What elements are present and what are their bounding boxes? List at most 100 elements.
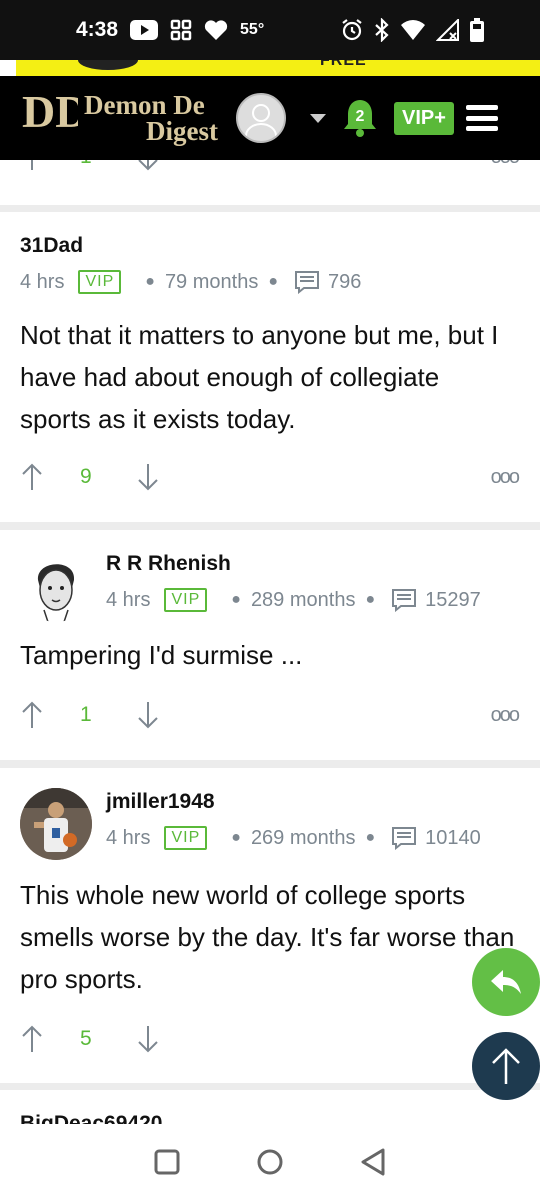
app-header: DD Demon De Digest 2 VIP+: [0, 76, 540, 160]
comment-body: This whole new world of college sports s…: [20, 880, 515, 994]
comment-actions: 1 ooo: [20, 160, 520, 174]
menu-line: [465, 105, 498, 110]
heart-icon: [204, 19, 228, 41]
ad-text: FREE: [320, 60, 367, 69]
vote-count: 9: [80, 465, 92, 488]
member-tenure: 79 months: [164, 270, 259, 293]
comment-card: jmiller1948 4 hrs VIP ● 269 months ● 101…: [0, 768, 540, 1083]
reply-button[interactable]: [472, 948, 540, 1016]
menu-line: [465, 126, 498, 131]
upvote-icon[interactable]: [20, 700, 44, 730]
more-options-button[interactable]: ooo: [491, 466, 520, 489]
comment-card: R R Rhenish 4 hrs VIP ● 289 months ● 152…: [0, 530, 540, 760]
comment-card: 1 ooo: [0, 160, 540, 205]
ad-decoration: [0, 60, 16, 76]
bluetooth-icon: [374, 18, 390, 42]
separator-dot: ●: [145, 273, 155, 290]
comment-count-icon: [295, 271, 319, 294]
member-tenure: 269 months: [250, 826, 356, 849]
comment-author[interactable]: jmiller1948: [106, 790, 215, 814]
more-options-button[interactable]: ooo: [491, 160, 520, 169]
comment-body: Tampering I'd surmise ...: [20, 640, 303, 670]
site-name-line2: Digest: [146, 116, 218, 146]
comment-count-icon: [392, 827, 417, 850]
comment-feed[interactable]: 1 ooo 31Dad 4 hrs VIP ● 79 months ● 796 …: [0, 160, 540, 1124]
post-count: 15297: [425, 588, 481, 611]
more-options-button[interactable]: ooo: [491, 704, 520, 727]
vote-count: 1: [80, 703, 92, 726]
svg-text:DD: DD: [22, 87, 78, 137]
comment-card: BigDeac69420: [0, 1090, 540, 1124]
separator-dot: ●: [365, 829, 376, 846]
battery-icon: [470, 18, 484, 42]
site-name-line1: Demon De: [84, 90, 205, 120]
menu-line: [465, 115, 498, 121]
user-avatar-icon: [244, 104, 277, 137]
ad-banner[interactable]: FREE: [0, 60, 540, 76]
post-count: 796: [328, 270, 362, 293]
comment-time: 4 hrs: [106, 588, 151, 611]
downvote-icon[interactable]: [136, 700, 160, 730]
comment-meta: 4 hrs VIP ● 269 months ● 10140: [106, 826, 481, 850]
comment-actions: 5 ooo: [20, 1022, 520, 1056]
status-temperature: 55°: [240, 21, 265, 38]
comment-body: Not that it matters to anyone but me, bu…: [20, 320, 499, 434]
vip-badge: VIP: [164, 588, 208, 612]
comment-meta: 4 hrs VIP ● 79 months ● 796: [20, 270, 361, 294]
home-icon[interactable]: [255, 1147, 285, 1177]
comment-author[interactable]: 31Dad: [20, 234, 83, 258]
separator-dot: ●: [231, 829, 241, 846]
signal-icon: [436, 19, 460, 41]
member-tenure: 289 months: [250, 588, 356, 611]
upvote-icon[interactable]: [20, 462, 44, 492]
comment-meta: 4 hrs VIP ● 289 months ● 15297: [106, 588, 481, 612]
alarm-icon: [340, 18, 364, 42]
upvote-icon[interactable]: [20, 160, 44, 172]
separator-dot: ●: [365, 591, 376, 608]
ad-decoration: [78, 60, 138, 70]
post-count: 10140: [425, 826, 481, 849]
site-name[interactable]: Demon De Digest: [84, 90, 218, 146]
avatar-portrait: [20, 550, 92, 622]
downvote-icon[interactable]: [136, 462, 160, 492]
comment-author[interactable]: R R Rhenish: [106, 552, 231, 576]
recent-apps-icon[interactable]: [153, 1148, 181, 1176]
wifi-icon: [400, 19, 426, 41]
vip-badge: VIP: [78, 270, 122, 294]
vip-badge: VIP: [164, 826, 208, 850]
comment-card: 31Dad 4 hrs VIP ● 79 months ● 796 Not th…: [0, 212, 540, 522]
arrow-up-icon: [492, 1048, 520, 1084]
comment-actions: 9 ooo: [20, 460, 520, 494]
grid-app-icon: [170, 19, 192, 41]
scroll-to-top-button[interactable]: [472, 1032, 540, 1100]
separator-dot: ●: [268, 273, 278, 290]
notification-count: 2: [355, 108, 365, 125]
vote-count: 5: [80, 1027, 92, 1050]
comment-time: 4 hrs: [106, 826, 151, 849]
system-nav-bar: [0, 1124, 540, 1200]
chevron-down-icon[interactable]: [309, 113, 326, 123]
reply-icon: [491, 970, 521, 994]
separator-dot: ●: [231, 591, 241, 608]
back-icon[interactable]: [359, 1147, 387, 1177]
comment-count-icon: [392, 589, 417, 612]
notifications-button[interactable]: 2: [342, 98, 378, 138]
vote-count: 1: [80, 160, 110, 169]
upvote-icon[interactable]: [20, 1024, 44, 1054]
avatar[interactable]: [20, 788, 92, 860]
logo-monogram: DD: [22, 86, 88, 137]
comment-time: 4 hrs: [20, 270, 65, 293]
youtube-icon: [130, 20, 159, 40]
avatar-photo: [20, 788, 92, 860]
status-bar: 4:38 55°: [0, 0, 540, 60]
user-avatar-button[interactable]: [235, 93, 286, 143]
downvote-icon[interactable]: [136, 1024, 160, 1054]
status-time: 4:38: [76, 18, 119, 41]
hamburger-menu-icon[interactable]: [465, 105, 498, 131]
comment-actions: 1 ooo: [20, 698, 520, 732]
avatar[interactable]: [20, 550, 92, 622]
comment-author[interactable]: BigDeac69420: [20, 1112, 162, 1124]
vip-plus-button[interactable]: VIP+: [393, 101, 454, 135]
downvote-icon[interactable]: [136, 160, 160, 172]
site-logo-icon[interactable]: DD: [20, 86, 88, 149]
